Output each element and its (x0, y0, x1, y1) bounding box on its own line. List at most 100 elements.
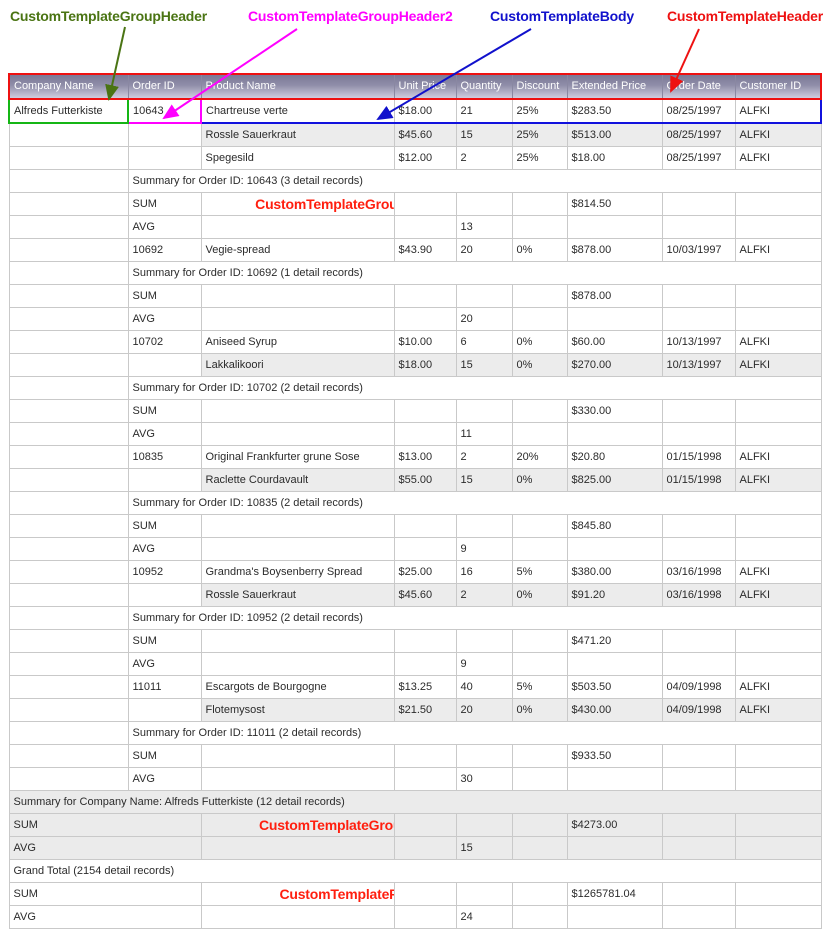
grid-cell: $25.00 (394, 561, 456, 584)
grid-cell: 03/16/1998 (662, 561, 735, 584)
grid-cell: 0% (512, 699, 567, 722)
grid-cell: Raclette Courdavault (201, 469, 394, 492)
grid-row-caption: Summary for Order ID: 10835 (2 detail re… (9, 492, 821, 515)
grid-cell (735, 837, 821, 860)
grid-cell (9, 262, 128, 285)
column-header-quantity[interactable]: Quantity (456, 74, 512, 99)
grid-cell: $503.50 (567, 676, 662, 699)
grid-cell (201, 308, 394, 331)
grid-cell: Vegie-spread (201, 239, 394, 262)
grid-cell (662, 883, 735, 906)
grid-cell (394, 883, 456, 906)
grid-cell: 08/25/1997 (662, 147, 735, 170)
summary-caption-cell: Summary for Order ID: 10692 (1 detail re… (128, 262, 821, 285)
grid-cell: $43.90 (394, 239, 456, 262)
grid-cell (128, 584, 201, 607)
grid-cell (662, 423, 735, 446)
grid-cell (128, 354, 201, 377)
grid-cell (9, 285, 128, 308)
grid-cell (9, 377, 128, 400)
grid-row-sum: SUM$878.00 (9, 285, 821, 308)
column-header-discount[interactable]: Discount (512, 74, 567, 99)
grid-cell (9, 676, 128, 699)
grid-row-sum: SUM$330.00 (9, 400, 821, 423)
grid-cell: 25% (512, 123, 567, 147)
aggregate-quantity-cell: 24 (456, 906, 512, 929)
grid-cell: ALFKI (735, 123, 821, 147)
aggregate-extended-cell: $845.80 (567, 515, 662, 538)
grid-row-avg: AVG20 (9, 308, 821, 331)
grid-cell: ALFKI (735, 699, 821, 722)
aggregate-quantity-cell: 11 (456, 423, 512, 446)
column-header-company-name[interactable]: Company Name (9, 74, 128, 99)
grid-cell (662, 538, 735, 561)
grid-cell (735, 768, 821, 791)
aggregate-quantity-cell: 30 (456, 768, 512, 791)
column-header-order-id[interactable]: Order ID (128, 74, 201, 99)
grid-cell (9, 469, 128, 492)
aggregate-quantity-cell (456, 515, 512, 538)
grid-cell: 0% (512, 354, 567, 377)
grid-cell (662, 814, 735, 837)
aggregate-label-cell: SUM (128, 400, 201, 423)
grid-cell: 11011 (128, 676, 201, 699)
aggregate-label-cell: SUM (128, 745, 201, 768)
grid-cell: $380.00 (567, 561, 662, 584)
grid-cell: $45.60 (394, 584, 456, 607)
aggregate-extended-cell (567, 653, 662, 676)
grid-cell: 21 (456, 99, 512, 123)
grid-cell (9, 147, 128, 170)
grid-cell: CustomTemplateFooter (201, 883, 394, 906)
grid-cell (9, 630, 128, 653)
grid-cell: Chartreuse verte (201, 99, 394, 123)
grid-cell (394, 906, 456, 929)
grid-cell: 20% (512, 446, 567, 469)
column-header-customer-id[interactable]: Customer ID (735, 74, 821, 99)
grid-cell: Alfreds Futterkiste (9, 99, 128, 123)
grid-cell (512, 630, 567, 653)
aggregate-quantity-cell: 15 (456, 837, 512, 860)
grid-cell: $12.00 (394, 147, 456, 170)
grid-cell: 2 (456, 584, 512, 607)
grid-cell: 20 (456, 239, 512, 262)
grid-cell (735, 538, 821, 561)
grid-cell: 04/09/1998 (662, 676, 735, 699)
summary-caption-cell: Grand Total (2154 detail records) (9, 860, 821, 883)
aggregate-extended-cell: $4273.00 (567, 814, 662, 837)
grid-cell (394, 814, 456, 837)
column-header-order-date[interactable]: Order Date (662, 74, 735, 99)
grid-cell (662, 400, 735, 423)
column-header-unit-price[interactable]: Unit Price (394, 74, 456, 99)
column-header-extended-price[interactable]: Extended Price (567, 74, 662, 99)
grid-row-avg: AVG30 (9, 768, 821, 791)
grid-cell (735, 400, 821, 423)
column-header-product-name[interactable]: Product Name (201, 74, 394, 99)
grid-header-row: Company NameOrder IDProduct NameUnit Pri… (9, 74, 821, 99)
aggregate-extended-cell (567, 837, 662, 860)
grid-cell (662, 906, 735, 929)
grid-cell (9, 768, 128, 791)
summary-caption-cell: Summary for Order ID: 10952 (2 detail re… (128, 607, 821, 630)
grid-row-detail: 11011Escargots de Bourgogne$13.25405%$50… (9, 676, 821, 699)
grid-cell: 5% (512, 561, 567, 584)
grid-cell: ALFKI (735, 354, 821, 377)
grid-cell (201, 285, 394, 308)
grid-cell: 0% (512, 331, 567, 354)
aggregate-extended-cell (567, 906, 662, 929)
grid-cell (512, 515, 567, 538)
grid-cell: CustomTemplateGroupFooter (201, 814, 394, 837)
grid-row-detail: Flotemysost$21.50200%$430.0004/09/1998AL… (9, 699, 821, 722)
grid-cell: ALFKI (735, 331, 821, 354)
grid-cell: $91.20 (567, 584, 662, 607)
aggregate-quantity-cell (456, 630, 512, 653)
annotation-label-customtemplatefooter: CustomTemplateFooter (202, 886, 395, 902)
annotation-label-customtemplategroupfooter2: CustomTemplateGroupFooter2 (202, 196, 395, 212)
grid-row-sum: SUM$471.20 (9, 630, 821, 653)
grid-cell: $20.80 (567, 446, 662, 469)
grid-cell: 10702 (128, 331, 201, 354)
grid-cell (9, 722, 128, 745)
grid-cell (735, 883, 821, 906)
aggregate-quantity-cell: 9 (456, 653, 512, 676)
grid-row-sum: SUM$845.80 (9, 515, 821, 538)
grid-row-detail: Rossle Sauerkraut$45.601525%$513.0008/25… (9, 123, 821, 147)
